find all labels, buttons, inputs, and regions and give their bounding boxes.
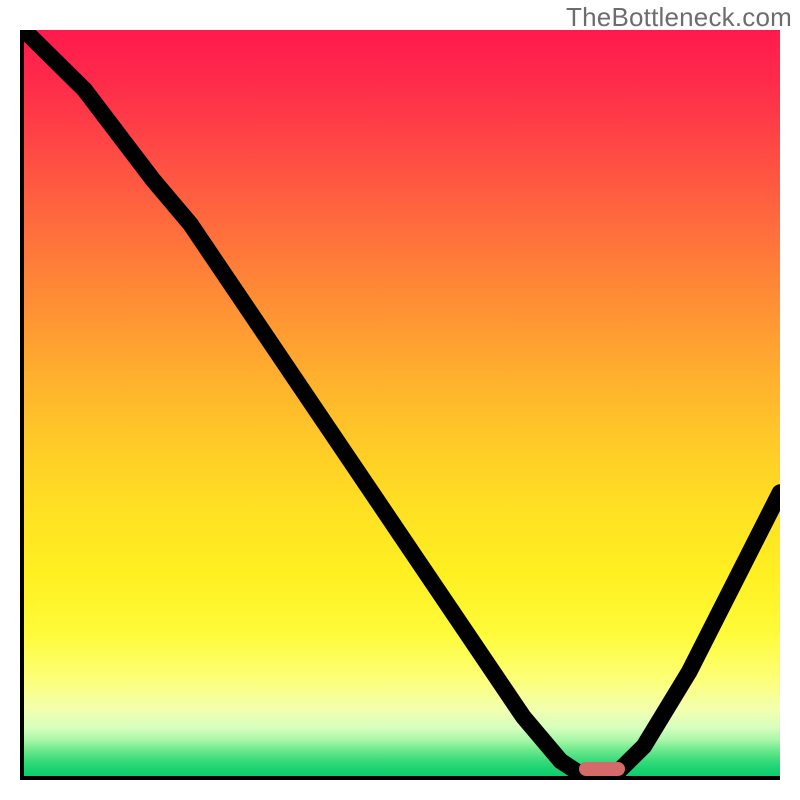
bottleneck-curve	[24, 30, 780, 776]
plot-area	[20, 30, 780, 780]
optimum-marker	[579, 762, 625, 776]
watermark-text: TheBottleneck.com	[566, 2, 792, 33]
chart-frame: TheBottleneck.com	[0, 0, 800, 800]
curve-path	[24, 30, 780, 776]
